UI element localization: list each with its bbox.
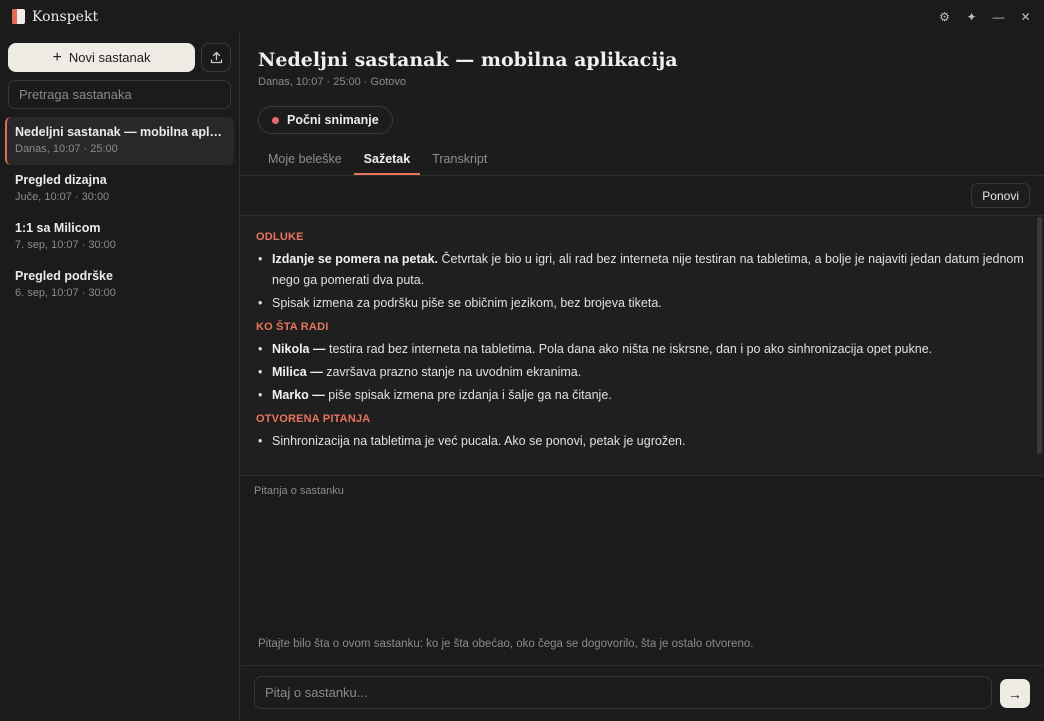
export-button[interactable] — [201, 43, 231, 72]
close-icon[interactable]: ✕ — [1015, 6, 1036, 27]
question-composer: → — [241, 665, 1044, 721]
who-list: Nikola — testira rad bez interneta na ta… — [256, 339, 1044, 406]
meeting-qa-panel: Pitanja o sastanku Pitajte bilo šta o ov… — [241, 475, 1044, 665]
section-title: OTVORENA PITANJA — [256, 413, 371, 425]
list-item: Spisak izmena za podršku piše se običnim… — [256, 293, 1026, 314]
open-questions-section: OTVORENA PITANJA Sinhronizacija na table… — [256, 413, 1044, 452]
list-item: Milica — završava prazno stanje na uvodn… — [256, 362, 1026, 383]
app-window: Konspekt ⚙ ✦ — ✕ + Novi sastanak Nedeljn… — [0, 0, 1044, 721]
meeting-title: Pregled dizajna — [15, 173, 107, 187]
meeting-item-weekly[interactable]: Nedeljni sastanak — mobilna aplikacija D… — [5, 117, 234, 165]
meeting-meta: Danas, 10:07 · 25:00 · Gotovo — [258, 76, 406, 88]
new-meeting-button[interactable]: + Novi sastanak — [8, 43, 195, 72]
meeting-meta: Juče, 10:07 · 30:00 — [15, 191, 110, 203]
tab-summary[interactable]: Sažetak — [353, 145, 421, 175]
who-section: KO ŠTA RADI Nikola — testira rad bez int… — [256, 321, 1044, 406]
decisions-list: Izdanje se pomera na petak. Četvrtak je … — [256, 249, 1044, 314]
title-bar: Konspekt ⚙ ✦ — ✕ — [0, 0, 1044, 33]
plus-icon: + — [52, 48, 62, 66]
upload-icon — [210, 51, 222, 64]
send-button[interactable]: → — [1000, 679, 1030, 708]
meeting-title: Pregled podrške — [15, 269, 113, 283]
meeting-meta: 7. sep, 10:07 · 30:00 — [15, 239, 116, 251]
minimize-icon[interactable]: — — [988, 6, 1009, 27]
sparkle-icon[interactable]: ✦ — [961, 6, 982, 27]
tab-my-notes[interactable]: Moje beleške — [258, 145, 352, 175]
page-title: Nedeljni sastanak — mobilna aplikacija — [258, 49, 678, 71]
record-dot-icon — [272, 116, 279, 124]
open-questions-list: Sinhronizacija na tabletima je već pucal… — [256, 431, 1044, 452]
tab-bar: Moje beleške Sažetak Transkript — [258, 145, 499, 175]
sidebar: + Novi sastanak Nedeljni sastanak — mobi… — [0, 33, 240, 721]
list-item: Nikola — testira rad bez interneta na ta… — [256, 339, 1026, 360]
settings-icon[interactable]: ⚙ — [934, 6, 955, 27]
meeting-header: Nedeljni sastanak — mobilna aplikacija D… — [241, 33, 1044, 176]
ask-input[interactable] — [254, 676, 992, 709]
list-item: Izdanje se pomera na petak. Četvrtak je … — [256, 249, 1026, 291]
section-title: KO ŠTA RADI — [256, 321, 329, 333]
meeting-meta: Danas, 10:07 · 25:00 — [15, 143, 118, 155]
section-title: ODLUKE — [256, 231, 304, 243]
window-controls: ⚙ ✦ — ✕ — [934, 6, 1036, 27]
app-logo-icon — [12, 9, 25, 24]
regenerate-button[interactable]: Ponovi — [971, 183, 1030, 208]
new-meeting-label: Novi sastanak — [68, 50, 151, 65]
list-item: Marko — piše spisak izmena pre izdanja i… — [256, 385, 1026, 406]
meeting-title: Nedeljni sastanak — mobilna aplikacija — [15, 125, 224, 139]
meeting-list: Nedeljni sastanak — mobilna aplikacija D… — [0, 117, 240, 309]
meeting-search-input[interactable] — [8, 80, 231, 109]
qa-label: Pitanja o sastanku — [254, 485, 344, 497]
tab-transcript[interactable]: Transkript — [422, 145, 497, 175]
meeting-item-one-on-one[interactable]: 1:1 sa Milicom 7. sep, 10:07 · 30:00 — [5, 213, 234, 261]
qa-hint: Pitajte bilo šta o ovom sastanku: ko je … — [258, 638, 754, 650]
summary-content: ODLUKE Izdanje se pomera na petak. Četvr… — [241, 217, 1044, 475]
summary-scrollbar[interactable] — [1037, 217, 1042, 454]
summary-toolbar: Ponovi — [241, 176, 1044, 216]
app-name: Konspekt — [32, 8, 99, 25]
meeting-item-support-review[interactable]: Pregled podrške 6. sep, 10:07 · 30:00 — [5, 261, 234, 309]
start-recording-button[interactable]: Počni snimanje — [258, 106, 393, 134]
main-panel: Nedeljni sastanak — mobilna aplikacija D… — [241, 33, 1044, 721]
start-recording-label: Počni snimanje — [287, 113, 379, 127]
meeting-title: 1:1 sa Milicom — [15, 221, 101, 235]
meeting-item-design-review[interactable]: Pregled dizajna Juče, 10:07 · 30:00 — [5, 165, 234, 213]
meeting-meta: 6. sep, 10:07 · 30:00 — [15, 287, 116, 299]
arrow-right-icon: → — [1008, 685, 1022, 702]
decisions-section: ODLUKE Izdanje se pomera na petak. Četvr… — [256, 231, 1044, 314]
list-item: Sinhronizacija na tabletima je već pucal… — [256, 431, 1026, 452]
